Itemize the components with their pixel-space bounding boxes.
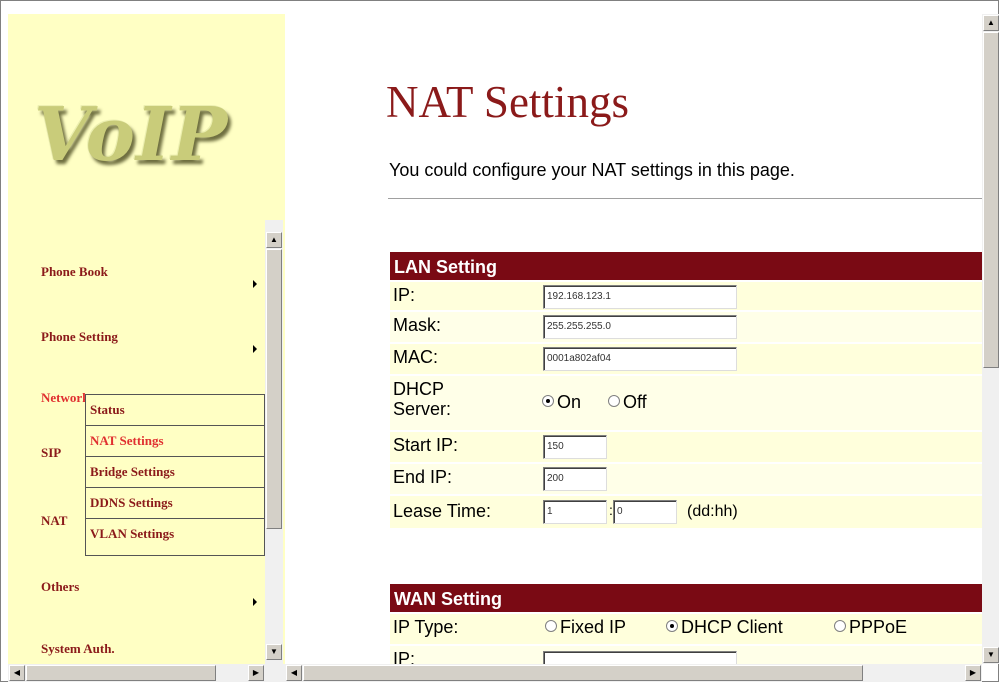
wan-type-label: IP Type:	[393, 617, 459, 637]
nav-item-phone-book[interactable]: Phone Book	[41, 264, 108, 280]
scroll-up-icon[interactable]: ▲	[266, 232, 282, 248]
lan-mac-label: MAC:	[393, 347, 438, 367]
chevron-right-icon	[253, 345, 257, 353]
wan-pppoe-option[interactable]: PPPoE	[834, 617, 907, 638]
divider	[388, 198, 985, 200]
logo: VoIP	[34, 92, 229, 178]
scroll-down-icon[interactable]: ▼	[983, 647, 999, 663]
lan-end-input[interactable]: 200	[543, 467, 607, 491]
radio-on-icon[interactable]	[542, 395, 554, 408]
lan-mac-input[interactable]: 0001a802af04	[543, 347, 737, 371]
nav-hscroll-thumb[interactable]	[26, 665, 216, 681]
submenu-item-vlan-settings[interactable]: VLAN Settings	[86, 519, 264, 550]
wan-ip-input[interactable]	[543, 651, 737, 664]
lan-ip-input[interactable]: 192.168.123.1	[543, 285, 737, 309]
wan-type-row: IP Type: Fixed IP DHCP Client PPPoE	[390, 614, 985, 644]
radio-fixed-icon[interactable]	[545, 620, 557, 633]
scroll-up-icon[interactable]: ▲	[983, 15, 999, 31]
lan-start-input[interactable]: 150	[543, 435, 607, 459]
network-submenu: Status NAT Settings Bridge Settings DDNS…	[85, 394, 265, 556]
wan-section-header: WAN Setting	[390, 584, 985, 612]
nav-horizontal-scrollbar[interactable]: ◀ ▶	[8, 664, 285, 682]
main-pane: NAT Settings You could configure your NA…	[285, 14, 985, 664]
main-hscroll-thumb[interactable]	[303, 665, 863, 681]
lan-ip-label: IP:	[393, 285, 416, 305]
main-horizontal-scrollbar[interactable]: ◀ ▶	[285, 664, 982, 682]
lease-days-input[interactable]: 1	[543, 500, 607, 524]
nav-pane: VoIP Phone Book Phone Setting Network SI…	[8, 14, 285, 664]
lan-end-label: End IP:	[393, 467, 453, 487]
radio-pppoe-icon[interactable]	[834, 620, 846, 633]
lan-dhcp-row: DHCP Server: On Off	[390, 376, 985, 430]
submenu-item-status[interactable]: Status	[86, 395, 264, 426]
main-scroll-thumb[interactable]	[983, 32, 999, 368]
scroll-left-icon[interactable]: ◀	[9, 665, 25, 681]
page-title: NAT Settings	[386, 77, 629, 127]
lan-end-row: End IP: 200	[390, 464, 985, 494]
wan-dhcp-option[interactable]: DHCP Client	[666, 617, 783, 638]
scroll-right-icon[interactable]: ▶	[248, 665, 264, 681]
submenu-item-bridge-settings[interactable]: Bridge Settings	[86, 457, 264, 488]
lease-hours-input[interactable]: 0	[613, 500, 677, 524]
nav-scroll-thumb[interactable]	[266, 249, 282, 529]
main-vertical-scrollbar[interactable]: ▲ ▼	[982, 14, 999, 664]
lan-dhcp-label: DHCP Server:	[393, 379, 452, 419]
scroll-left-icon[interactable]: ◀	[286, 665, 302, 681]
nav-item-system-auth[interactable]: System Auth.	[41, 641, 115, 657]
nav-item-network[interactable]: Network	[41, 390, 89, 406]
wan-ip-label: IP:	[393, 649, 416, 664]
chevron-right-icon	[253, 598, 257, 606]
dhcp-on-option[interactable]: On	[542, 392, 581, 413]
nav-item-others[interactable]: Others	[41, 579, 79, 595]
lan-section-header: LAN Setting	[390, 252, 985, 280]
radio-dhcp-icon[interactable]	[666, 620, 678, 633]
page-subtitle: You could configure your NAT settings in…	[389, 160, 795, 180]
nav-item-nat[interactable]: NAT	[41, 513, 67, 529]
nav-vertical-scrollbar[interactable]: ▲ ▼	[265, 220, 283, 664]
lease-unit-label: (dd:hh)	[687, 503, 738, 520]
submenu-item-nat-settings[interactable]: NAT Settings	[86, 426, 264, 457]
nav-item-sip[interactable]: SIP	[41, 445, 61, 461]
lan-mac-row: MAC: 0001a802af04	[390, 344, 985, 374]
lan-start-label: Start IP:	[393, 435, 459, 455]
wan-fixed-option[interactable]: Fixed IP	[545, 617, 626, 638]
lan-mask-input[interactable]: 255.255.255.0	[543, 315, 737, 339]
dhcp-off-option[interactable]: Off	[608, 392, 647, 413]
lan-lease-row: Lease Time: 1 : 0 (dd:hh)	[390, 496, 985, 528]
scroll-down-icon[interactable]: ▼	[266, 644, 282, 660]
lan-start-row: Start IP: 150	[390, 432, 985, 462]
wan-ip-row: IP:	[390, 646, 985, 664]
submenu-item-ddns-settings[interactable]: DDNS Settings	[86, 488, 264, 519]
lan-ip-row: IP: 192.168.123.1	[390, 282, 985, 310]
radio-off-icon[interactable]	[608, 395, 620, 408]
lan-mask-label: Mask:	[393, 315, 442, 335]
scroll-right-icon[interactable]: ▶	[965, 665, 981, 681]
chevron-right-icon	[253, 280, 257, 288]
nav-item-phone-setting[interactable]: Phone Setting	[41, 329, 118, 345]
lan-lease-label: Lease Time:	[393, 501, 492, 521]
lan-mask-row: Mask: 255.255.255.0	[390, 312, 985, 342]
